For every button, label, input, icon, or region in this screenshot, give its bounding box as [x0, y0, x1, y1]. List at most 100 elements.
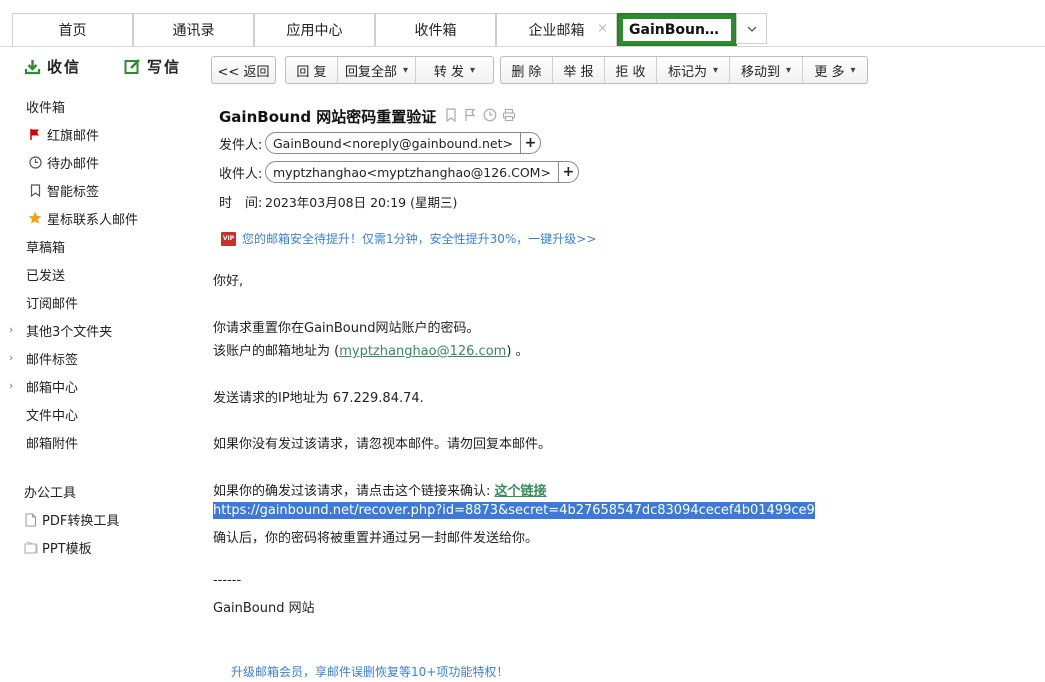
time-label: 时 间: [219, 196, 263, 211]
more-button[interactable]: 更 多 ▾ [803, 57, 867, 83]
tab-label: 通讯录 [172, 23, 215, 39]
reply-group: 回 复 回复全部 ▾ 转 发 ▾ [285, 56, 494, 84]
reply-button[interactable]: 回 复 [286, 57, 338, 83]
sidebar-item-label: 其他3个文件夹 [26, 324, 113, 340]
greeting: 你好, [213, 274, 244, 289]
sidebar-item-mail-center[interactable]: › 邮箱中心 [0, 372, 200, 400]
account-email-link[interactable]: myptzhanghao@126.com [339, 344, 506, 359]
body-paragraph-1: 你请求重置你在GainBound网站账户的密码。 [213, 321, 480, 336]
delete-button[interactable]: 删 除 [501, 57, 553, 83]
move-to-label: 移动到 [740, 64, 780, 80]
chevron-down-icon[interactable]: ▾ [403, 65, 408, 76]
sidebar-item-inbox[interactable]: 收件箱 [0, 92, 200, 120]
download-icon [24, 58, 41, 75]
signature-separator: ------ [213, 573, 242, 588]
tab-divider [0, 46, 1045, 47]
chevron-right-icon[interactable]: › [9, 379, 13, 392]
time-row: 时 间: 2023年03月08日 20:19 (星期三) [219, 192, 457, 211]
office-tools-title: 办公工具 [24, 486, 77, 501]
signature: GainBound 网站 [213, 601, 315, 616]
tab-label: GainBoun… [623, 18, 731, 41]
recipient-address: myptzhanghao<myptzhanghao@126.COM> [273, 164, 551, 180]
sidebar-item-drafts[interactable]: 草稿箱 [0, 232, 200, 260]
body-paragraph-6: 确认后，你的密码将被重置并通过另一封邮件发送给你。 [213, 531, 539, 546]
sidebar-item-label: 邮箱中心 [26, 380, 79, 396]
tab-home[interactable]: 首页 [12, 13, 133, 46]
tab-more-button[interactable] [736, 13, 767, 44]
sidebar-item-label: 草稿箱 [26, 240, 66, 256]
receive-label: 收信 [47, 58, 82, 76]
sidebar-item-smart-tags[interactable]: 智能标签 [0, 176, 200, 204]
promo-text: 您的邮箱安全待提升！仅需1分钟，安全性提升30%，一键升级>> [242, 232, 597, 246]
star-icon [28, 211, 42, 225]
bookmark-icon [28, 183, 42, 197]
sidebar-item-starred[interactable]: 星标联系人邮件 [0, 204, 200, 232]
sidebar-item-file-center[interactable]: 文件中心 [0, 400, 200, 428]
sidebar-item-label: 红旗邮件 [47, 128, 100, 144]
chevron-down-icon[interactable]: ▾ [786, 65, 791, 76]
sidebar-item-label: 星标联系人邮件 [47, 212, 139, 228]
sender-address: GainBound<noreply@gainbound.net> [273, 135, 513, 151]
body-paragraph-4: 如果你没有发过该请求，请忽视本邮件。请勿回复本邮件。 [213, 437, 552, 452]
confirm-link[interactable]: 这个链接 [495, 484, 547, 499]
sidebar-item-attachments[interactable]: 邮箱附件 [0, 428, 200, 456]
tab-app-center[interactable]: 应用中心 [254, 13, 375, 46]
flag-icon[interactable] [464, 108, 478, 122]
mark-as-label: 标记为 [667, 64, 707, 80]
chevron-down-icon[interactable]: ▾ [713, 65, 718, 76]
chevron-down-icon[interactable]: ▾ [851, 65, 856, 76]
print-icon[interactable] [502, 108, 516, 122]
tool-ppt-templates[interactable]: PPT模板 [24, 538, 92, 557]
compose-button[interactable]: 写信 [124, 56, 181, 77]
back-button[interactable]: << 返回 [212, 57, 275, 83]
chevron-right-icon[interactable]: › [9, 351, 13, 364]
sidebar-item-subscriptions[interactable]: 订阅邮件 [0, 288, 200, 316]
chevron-down-icon[interactable]: ▾ [470, 65, 475, 76]
sidebar-item-label: 收件箱 [26, 100, 66, 116]
add-contact-icon[interactable]: + [519, 133, 540, 153]
sidebar-item-label: 文件中心 [26, 408, 79, 424]
tab-contacts[interactable]: 通讯录 [133, 13, 254, 46]
security-promo[interactable]: VIP 您的邮箱安全待提升！仅需1分钟，安全性提升30%，一键升级>> [221, 230, 596, 247]
body-paragraph-5: 如果你的确发过该请求，请点击这个链接来确认: 这个链接 [213, 480, 547, 499]
tab-enterprise-mail[interactable]: 企业邮箱 × [496, 13, 617, 46]
selected-url-text[interactable]: https://gainbound.net/recover.php?id=887… [213, 502, 815, 519]
sidebar-item-label: 待办邮件 [47, 156, 100, 172]
receive-button[interactable]: 收信 [24, 56, 81, 77]
sidebar-item-label: 订阅邮件 [26, 296, 79, 312]
recipient-chip[interactable]: myptzhanghao<myptzhanghao@126.COM> + [265, 161, 579, 183]
sidebar: 收信 写信 收件箱 红旗邮件 待办邮件 智能标签 星标联系人邮件 草稿箱 已发送 [0, 48, 200, 682]
tab-current-mail[interactable]: GainBoun… [617, 13, 737, 46]
tab-label: 首页 [58, 23, 87, 39]
sidebar-item-other-folders[interactable]: › 其他3个文件夹 [0, 316, 200, 344]
body-paragraph-2: 该账户的邮箱地址为 (myptzhanghao@126.com) 。 [213, 340, 529, 359]
sidebar-item-label: 邮件标签 [26, 352, 79, 368]
sidebar-item-flagged[interactable]: 红旗邮件 [0, 120, 200, 148]
add-contact-icon[interactable]: + [557, 162, 578, 182]
tab-inbox[interactable]: 收件箱 [375, 13, 496, 46]
compose-row: 收信 写信 [0, 48, 200, 84]
move-to-button[interactable]: 移动到 ▾ [730, 57, 803, 83]
forward-button[interactable]: 转 发 ▾ [416, 57, 493, 83]
bookmark-icon[interactable] [445, 108, 459, 122]
sidebar-item-mail-tags[interactable]: › 邮件标签 [0, 344, 200, 372]
tab-label: 收件箱 [414, 23, 457, 39]
sidebar-item-sent[interactable]: 已发送 [0, 260, 200, 288]
sidebar-item-todo[interactable]: 待办邮件 [0, 148, 200, 176]
clock-icon[interactable] [483, 108, 497, 122]
back-group: << 返回 [211, 56, 276, 84]
reject-button[interactable]: 拒 收 [605, 57, 657, 83]
sender-chip[interactable]: GainBound<noreply@gainbound.net> + [265, 132, 541, 154]
mark-as-button[interactable]: 标记为 ▾ [657, 57, 730, 83]
tab-bar: 首页 通讯录 应用中心 收件箱 企业邮箱 × GainBoun… [0, 0, 1045, 47]
recover-url[interactable]: https://gainbound.net/recover.php?id=887… [213, 502, 815, 519]
report-button[interactable]: 举 报 [553, 57, 605, 83]
close-icon[interactable]: × [597, 21, 608, 36]
edit-icon [124, 58, 141, 75]
footer-upgrade-promo[interactable]: 升级邮箱会员，享邮件误删恢复等10+项功能特权！ [231, 663, 508, 680]
tool-pdf-converter[interactable]: PDF转换工具 [24, 510, 119, 529]
sidebar-item-label: 已发送 [26, 268, 66, 284]
reply-all-button[interactable]: 回复全部 ▾ [338, 57, 416, 83]
chevron-right-icon[interactable]: › [9, 323, 13, 336]
vip-icon: VIP [221, 231, 236, 246]
